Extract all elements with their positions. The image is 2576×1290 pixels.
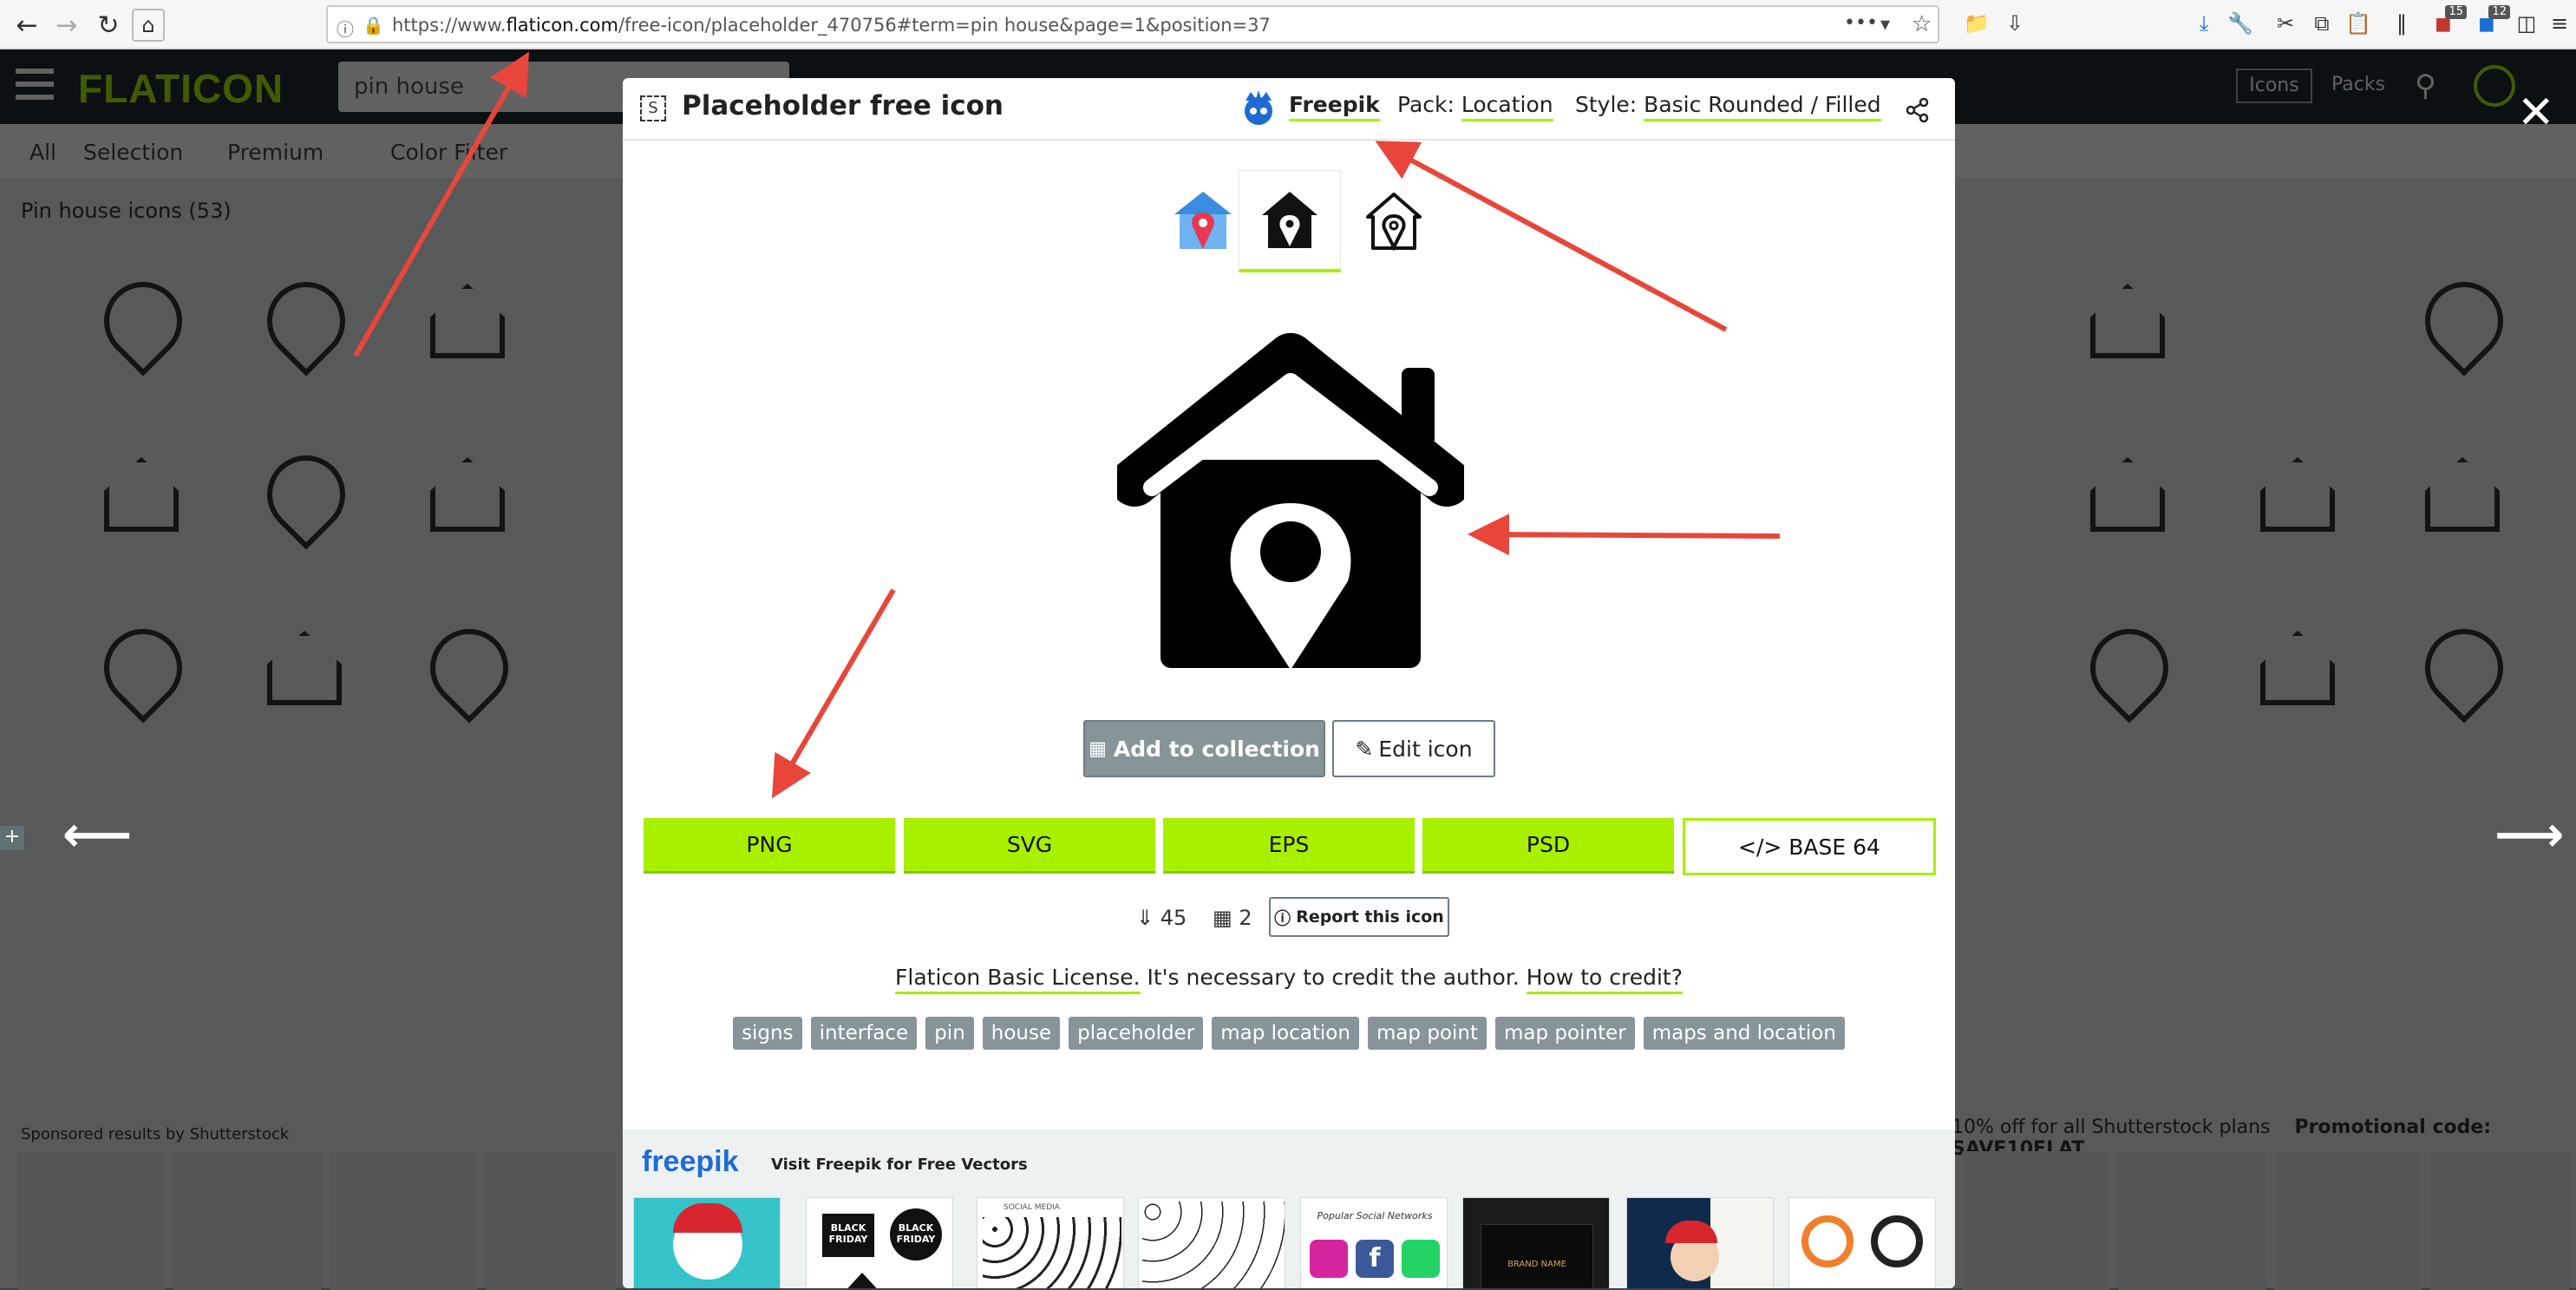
- annotation-arrow-author: [1375, 141, 1728, 332]
- annotation-arrow-png: [771, 588, 896, 799]
- annotation-arrows: [353, 51, 1781, 799]
- annotation-arrow-icon: [1468, 514, 1781, 556]
- annotation-arrow-url: [353, 51, 529, 357]
